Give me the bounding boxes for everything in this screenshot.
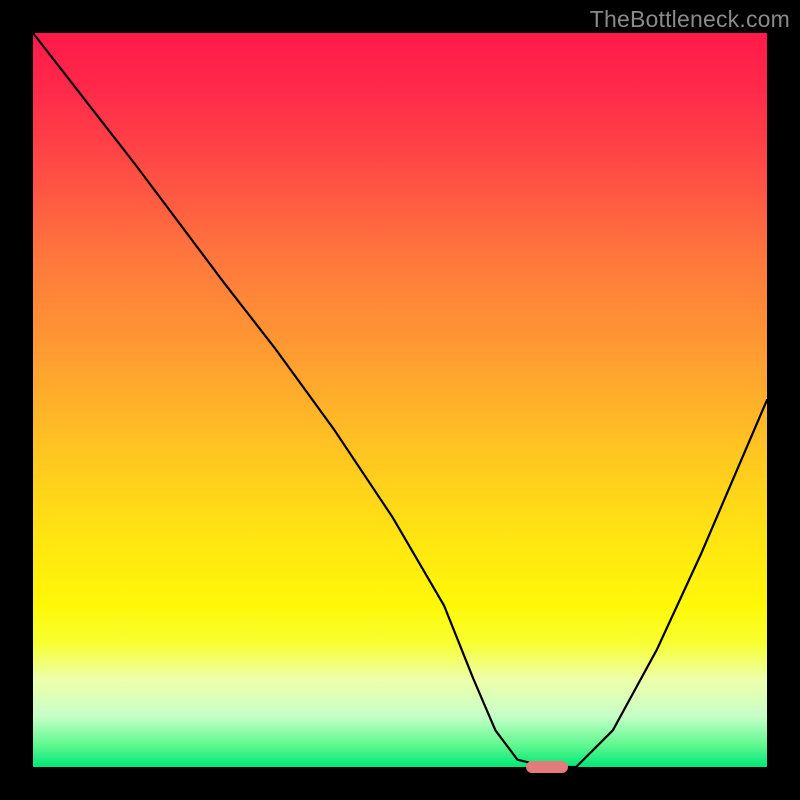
watermark-text: TheBottleneck.com [590,6,790,33]
plot-area [33,33,767,767]
optimal-marker [526,761,568,773]
chart-canvas: TheBottleneck.com [0,0,800,800]
